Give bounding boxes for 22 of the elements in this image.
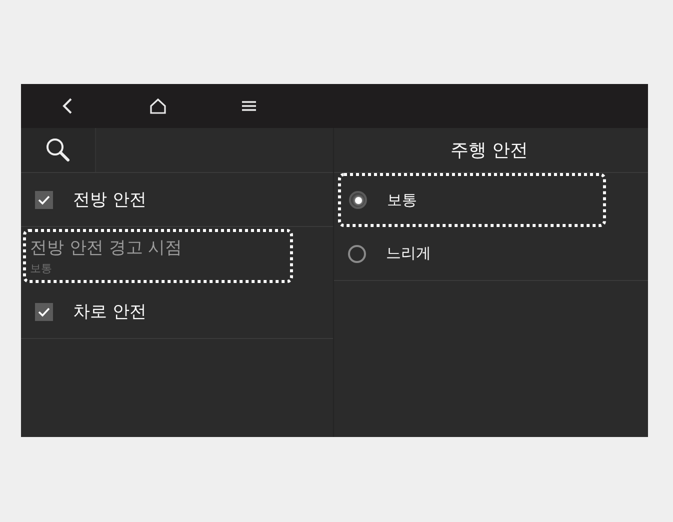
setting-value: 보통 (30, 261, 53, 276)
setting-label: 전방 안전 경고 시점 (30, 237, 182, 259)
search-icon[interactable] (45, 137, 71, 163)
checkbox[interactable] (35, 190, 53, 208)
option-label: 느리게 (386, 244, 431, 263)
list-row[interactable]: 전방 안전 (21, 173, 333, 227)
highlight-frame[interactable]: 전방 안전 경고 시점 보통 (23, 229, 293, 283)
checkmark-icon (38, 194, 50, 204)
checkmark-icon (38, 306, 50, 316)
home-icon[interactable] (148, 98, 166, 114)
menu-icon[interactable] (242, 100, 256, 112)
highlight-frame[interactable]: 보통 (338, 173, 606, 227)
radio-button[interactable] (349, 191, 367, 209)
setting-label: 전방 안전 (73, 189, 146, 211)
list-row[interactable]: 느리게 (334, 227, 648, 281)
option-label: 보통 (387, 190, 417, 210)
radio-button[interactable] (348, 244, 366, 262)
panel-title: 주행 안전 (450, 139, 528, 162)
checkbox[interactable] (35, 302, 53, 320)
setting-label: 차로 안전 (73, 301, 146, 323)
back-icon[interactable] (60, 97, 72, 115)
list-row[interactable]: 차로 안전 (21, 285, 333, 339)
